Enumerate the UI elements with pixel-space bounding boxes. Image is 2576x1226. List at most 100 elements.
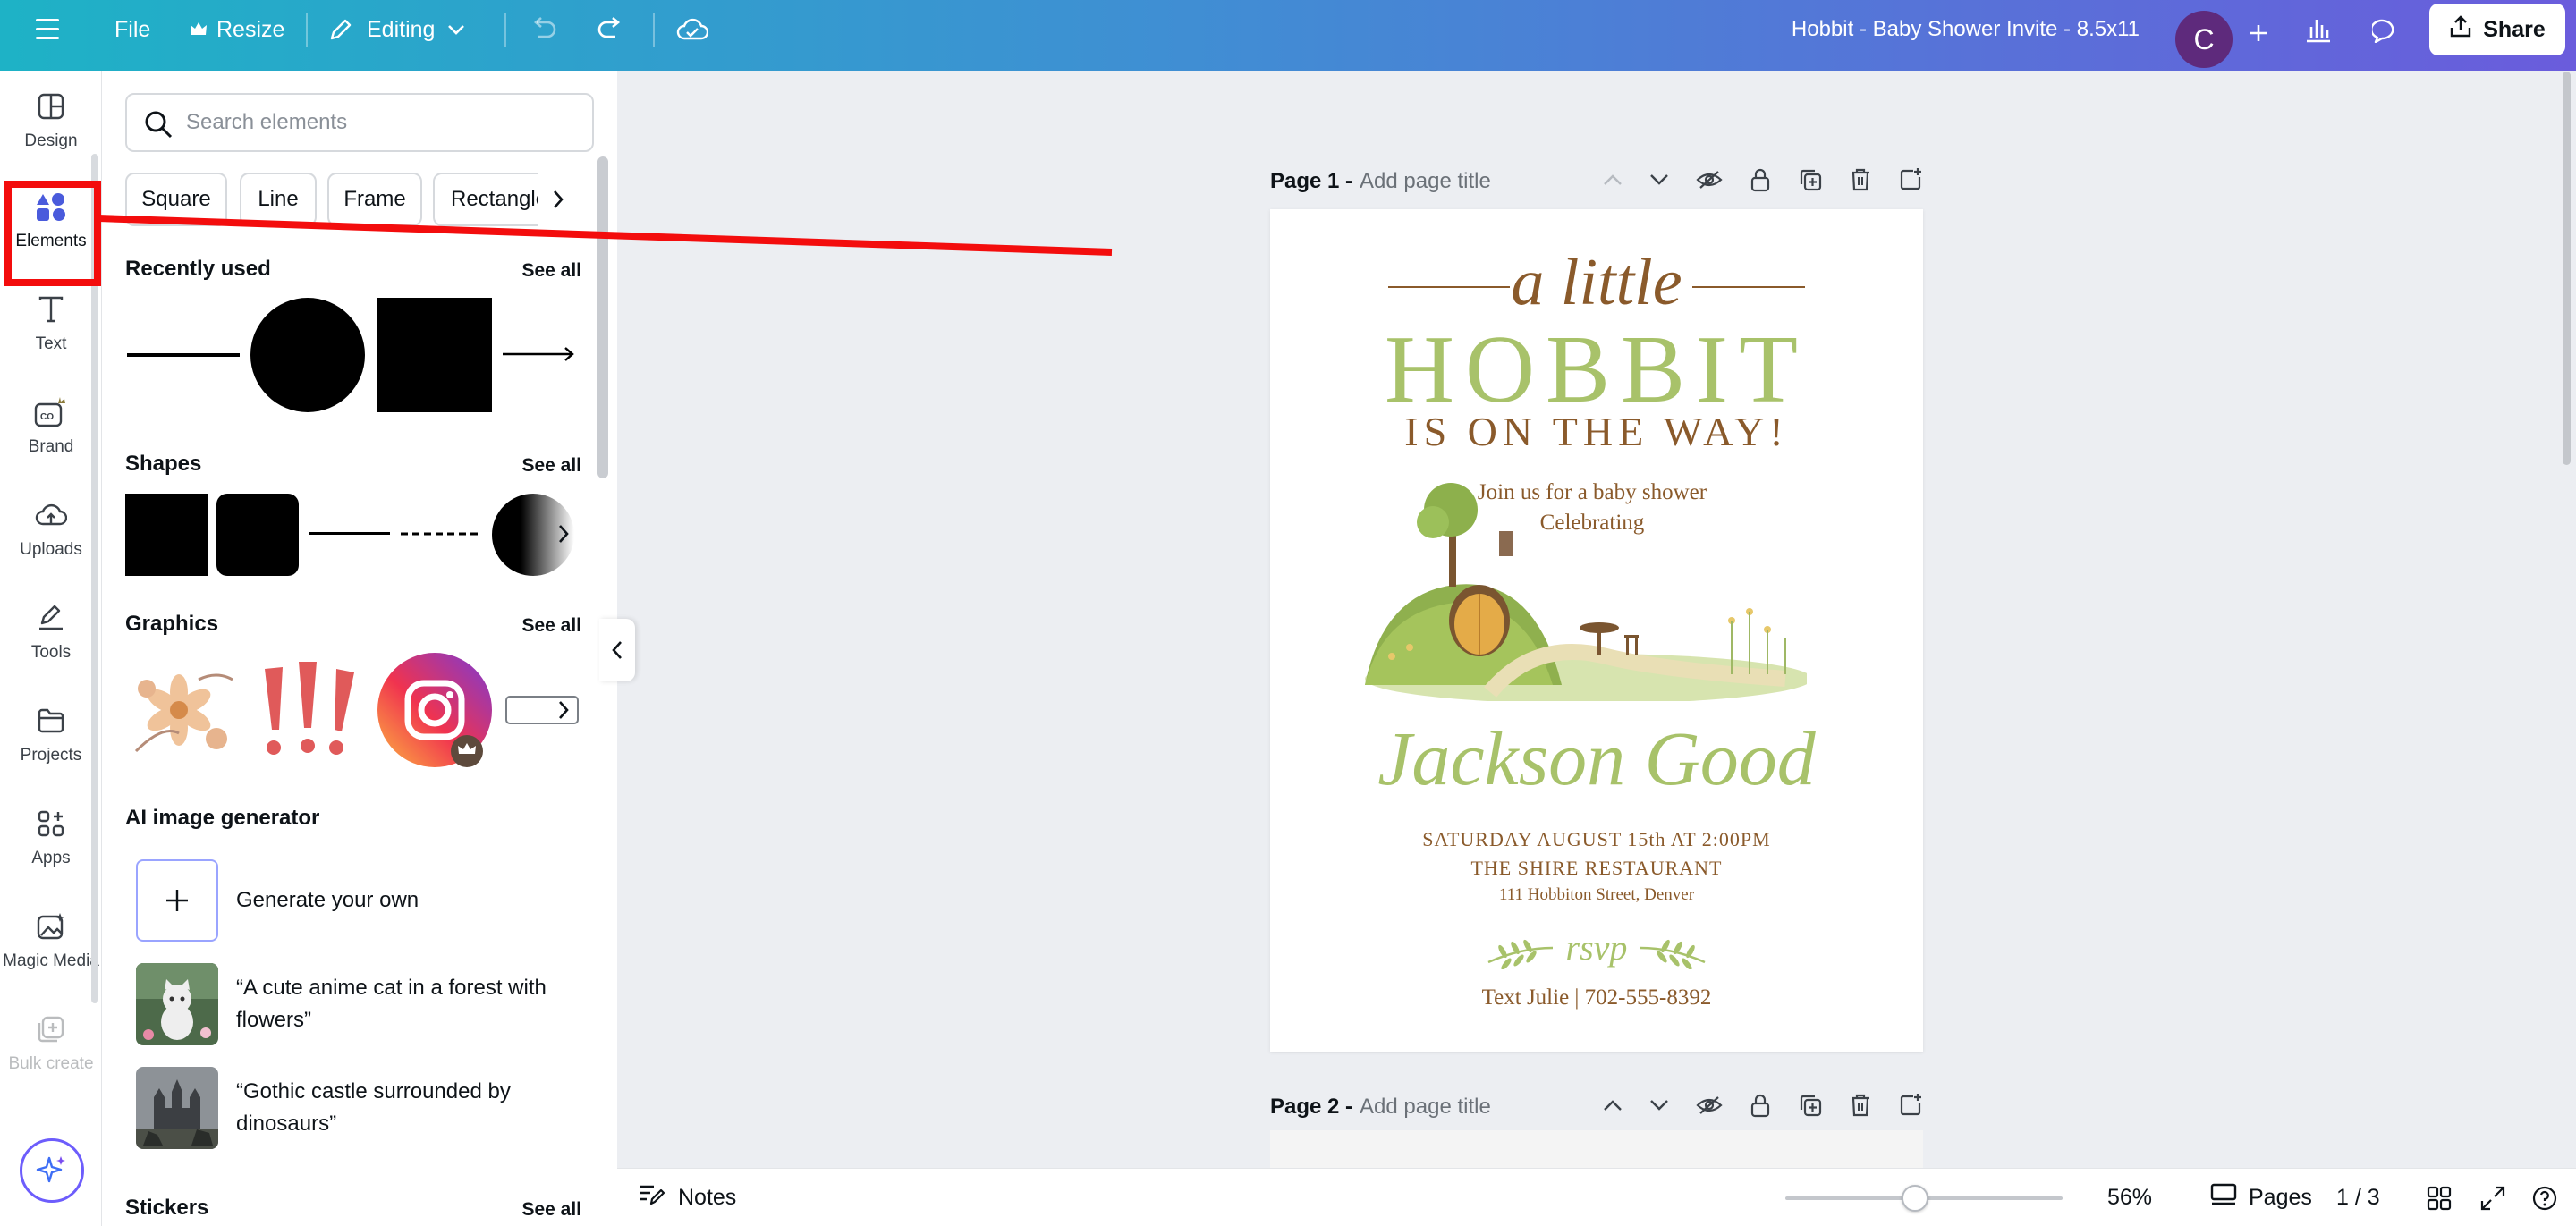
resize-button[interactable]: Resize: [190, 0, 284, 59]
comment-icon[interactable]: [2360, 7, 2413, 52]
chevron-down-icon[interactable]: [1649, 1099, 1669, 1116]
recent-arrow-element[interactable]: [503, 342, 580, 366]
page-2-canvas[interactable]: [1270, 1130, 1923, 1168]
trash-icon[interactable]: [1850, 1093, 1871, 1122]
stickers-see-all[interactable]: See all: [521, 1199, 581, 1221]
recent-square-element[interactable]: [377, 298, 492, 412]
rail-item-projects[interactable]: Projects: [0, 685, 102, 783]
search-elements-input[interactable]: Search elements: [125, 93, 594, 152]
hide-page-icon[interactable]: [1696, 169, 1723, 195]
join-us-text[interactable]: Join us for a baby shower: [1400, 478, 1784, 508]
notes-label: Notes: [678, 1185, 737, 1210]
recent-circle-element[interactable]: [250, 298, 365, 412]
file-label: File: [114, 16, 151, 42]
page-2-title-input[interactable]: Add page title: [1360, 1095, 1491, 1120]
duplicate-page-icon[interactable]: [1798, 1093, 1823, 1122]
celebrating-text[interactable]: Celebrating: [1400, 508, 1784, 538]
apps-grid-icon: [33, 806, 69, 841]
undo-icon[interactable]: [530, 0, 558, 59]
on-the-way-text[interactable]: IS ON THE WAY!: [1270, 408, 1923, 455]
hide-page-icon[interactable]: [1696, 1095, 1723, 1120]
add-page-icon[interactable]: [1898, 167, 1923, 197]
rail-item-bulk-create[interactable]: Bulk create: [0, 993, 102, 1092]
graphics-scroll-right-icon[interactable]: [546, 683, 581, 737]
date-text[interactable]: SATURDAY AUGUST 15th AT 2:00PM: [1270, 828, 1923, 851]
page-1-title-input[interactable]: Add page title: [1360, 169, 1491, 194]
chip-frame[interactable]: Frame: [327, 173, 422, 226]
rail-item-apps[interactable]: Apps: [0, 788, 102, 886]
address-text[interactable]: 111 Hobbiton Street, Denver: [1270, 885, 1923, 905]
recently-used-see-all[interactable]: See all: [521, 260, 581, 282]
chip-line[interactable]: Line: [240, 173, 317, 226]
page-1-label: Page 1 -: [1270, 169, 1353, 193]
pages-button[interactable]: Pages: [2209, 1169, 2312, 1226]
chip-square[interactable]: Square: [125, 173, 227, 226]
canvas-scrollbar[interactable]: [2563, 72, 2571, 465]
avatar[interactable]: C: [2175, 11, 2233, 68]
trash-icon[interactable]: [1850, 167, 1871, 197]
document-title[interactable]: Hobbit - Baby Shower Invite - 8.5x11: [1792, 0, 2140, 59]
rsvp-text[interactable]: rsvp: [1270, 926, 1923, 968]
insights-icon[interactable]: [2292, 7, 2345, 52]
recent-line-element[interactable]: [127, 352, 240, 358]
rail-item-uploads[interactable]: Uploads: [0, 479, 102, 578]
menu-icon[interactable]: [36, 0, 66, 59]
chips-scroll-right-icon[interactable]: [538, 173, 578, 226]
page-1-canvas[interactable]: a little HOBBIT IS ON THE WAY! Join us f…: [1270, 209, 1923, 1052]
magic-assistant-button[interactable]: [20, 1138, 84, 1203]
rail-item-text[interactable]: Text: [0, 274, 102, 372]
shape-line[interactable]: [309, 531, 390, 537]
rail-item-magic-media[interactable]: Magic Media: [0, 891, 102, 989]
shape-square[interactable]: [125, 494, 208, 576]
zoom-level[interactable]: 56%: [2107, 1169, 2152, 1226]
pencil-icon: [327, 16, 354, 43]
draw-tools-icon: [33, 600, 69, 636]
add-collaborator-icon[interactable]: [2236, 11, 2281, 55]
grid-view-icon[interactable]: [2424, 1183, 2454, 1213]
lock-icon[interactable]: [1750, 1093, 1771, 1122]
notes-button[interactable]: Notes: [637, 1169, 736, 1226]
ai-suggestion-anime-cat[interactable]: “A cute anime cat in a forest with flowe…: [136, 963, 583, 1045]
shapes-see-all[interactable]: See all: [521, 455, 581, 477]
contact-text[interactable]: Text Julie | 702-555-8392: [1270, 985, 1923, 1010]
rail-label: Design: [24, 131, 78, 150]
rail-label: Apps: [31, 849, 71, 867]
rail-item-tools[interactable]: Tools: [0, 582, 102, 681]
top-toolbar: File Resize Editing Hobbit - Baby Shower…: [0, 0, 2576, 71]
fullscreen-icon[interactable]: [2478, 1183, 2508, 1213]
venue-text[interactable]: THE SHIRE RESTAURANT: [1270, 857, 1923, 880]
ai-suggestion-gothic-castle[interactable]: “Gothic castle surrounded by dinosaurs”: [136, 1067, 583, 1149]
a-little-text[interactable]: a little: [1270, 245, 1923, 321]
editing-mode-button[interactable]: Editing: [327, 0, 465, 59]
chevron-up-icon[interactable]: [1603, 1099, 1623, 1116]
share-button[interactable]: Share: [2429, 4, 2565, 55]
add-page-icon[interactable]: [1898, 1093, 1923, 1122]
folder-icon: [33, 703, 69, 739]
generate-your-own-button[interactable]: Generate your own: [136, 859, 583, 942]
zoom-slider-handle[interactable]: [1902, 1185, 1928, 1212]
exclamation-marks-graphic[interactable]: [252, 653, 367, 767]
chevron-up-icon[interactable]: [1603, 173, 1623, 190]
flowers-graphic[interactable]: [127, 653, 242, 767]
collapse-panel-button[interactable]: [599, 619, 635, 681]
ai-prompt-text: “Gothic castle surrounded by dinosaurs”: [236, 1079, 511, 1136]
redo-icon[interactable]: [596, 0, 624, 59]
chevron-down-icon[interactable]: [1649, 173, 1669, 190]
duplicate-page-icon[interactable]: [1798, 167, 1823, 197]
graphics-see-all[interactable]: See all: [521, 615, 581, 637]
shape-rounded-square[interactable]: [216, 494, 299, 576]
help-icon[interactable]: [2529, 1183, 2560, 1213]
cloud-saved-icon[interactable]: [676, 0, 708, 59]
upload-share-icon: [2449, 14, 2472, 45]
baby-name-text[interactable]: Jackson Good: [1270, 714, 1923, 803]
file-menu[interactable]: File: [114, 0, 150, 59]
rail-item-design[interactable]: Design: [0, 71, 102, 169]
rail-item-brand[interactable]: CO Brand: [0, 376, 102, 475]
shape-dashed-line[interactable]: [401, 531, 481, 537]
instagram-logo-graphic[interactable]: [377, 653, 492, 767]
bulk-create-icon: [33, 1011, 69, 1047]
lock-icon[interactable]: [1750, 167, 1771, 197]
panel-scrollbar[interactable]: [597, 156, 608, 478]
shapes-scroll-right-icon[interactable]: [546, 507, 581, 561]
rail-label: Magic Media: [3, 951, 99, 970]
